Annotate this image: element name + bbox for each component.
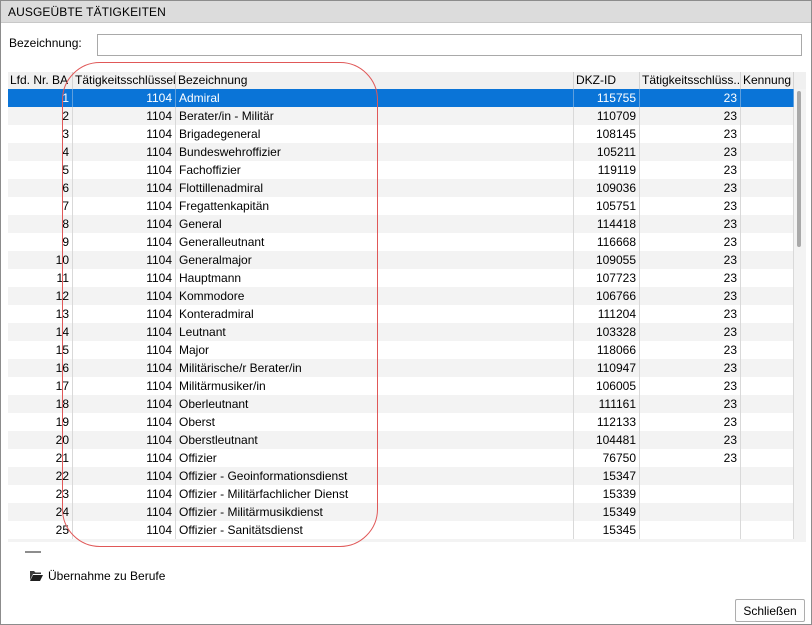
activity-key-2-cell [640,485,741,503]
kennung-cell [741,323,794,341]
kennung-cell [741,251,794,269]
activity-key-2-cell: 23 [640,161,741,179]
dkz-id-cell: 15339 [574,485,640,503]
kennung-cell [741,341,794,359]
kennung-cell [741,125,794,143]
activity-key-2-cell: 23 [640,143,741,161]
activity-key-2-cell: 23 [640,359,741,377]
close-button[interactable]: Schließen [735,599,805,622]
activity-key-2-cell: 23 [640,197,741,215]
kennung-cell [741,287,794,305]
transfer-to-professions-action[interactable]: Übernahme zu Berufe [29,568,165,584]
designation-filter-input[interactable] [97,34,802,56]
dialog-title: AUSGEÜBTE TÄTIGKEITEN [8,5,166,19]
activity-key-2-cell: 23 [640,107,741,125]
kennung-cell [741,179,794,197]
activity-key-2-cell: 23 [640,377,741,395]
activity-key-2-cell: 23 [640,287,741,305]
dkz-id-cell: 116668 [574,233,640,251]
row-number-cell: 25 [8,521,73,539]
activity-key-2-cell: 23 [640,269,741,287]
dkz-id-cell: 109036 [574,179,640,197]
kennung-cell [741,161,794,179]
kennung-cell [741,377,794,395]
dkz-id-cell: 76750 [574,449,640,467]
kennung-cell [741,413,794,431]
horizontal-scrollbar[interactable] [25,551,41,553]
kennung-cell [741,233,794,251]
dkz-id-cell: 106005 [574,377,640,395]
activity-key-2-cell: 23 [640,89,741,107]
kennung-cell [741,395,794,413]
activity-key-2-cell: 23 [640,431,741,449]
kennung-cell [741,107,794,125]
kennung-cell [741,431,794,449]
dkz-id-cell: 108145 [574,125,640,143]
dkz-id-cell: 118066 [574,341,640,359]
dkz-id-cell: 103328 [574,323,640,341]
dkz-id-cell: 105211 [574,143,640,161]
kennung-cell [741,359,794,377]
dkz-id-cell: 119119 [574,161,640,179]
folder-open-icon [29,570,44,582]
activity-key-2-cell: 23 [640,341,741,359]
dkz-id-cell: 111204 [574,305,640,323]
activity-key-2-cell: 23 [640,305,741,323]
kennung-cell [741,467,794,485]
kennung-cell [741,143,794,161]
column-header-activity-key-2[interactable]: Tätigkeitsschlüss... [640,72,741,89]
dkz-id-cell: 15347 [574,467,640,485]
dkz-id-cell: 111161 [574,395,640,413]
activity-key-2-cell [640,521,741,539]
dkz-id-cell: 106766 [574,287,640,305]
activity-key-2-cell: 23 [640,215,741,233]
dkz-id-cell: 15345 [574,521,640,539]
activity-key-2-cell: 23 [640,413,741,431]
designation-filter-label: Bezeichnung: [9,36,82,50]
activity-key-2-cell: 23 [640,125,741,143]
activity-key-2-cell: 23 [640,449,741,467]
kennung-cell [741,305,794,323]
dkz-id-cell: 104481 [574,431,640,449]
kennung-cell [741,269,794,287]
title-bar: AUSGEÜBTE TÄTIGKEITEN [1,1,811,23]
activity-key-2-cell: 23 [640,395,741,413]
activity-key-2-cell: 23 [640,233,741,251]
dkz-id-cell: 110709 [574,107,640,125]
activity-key-2-cell [640,467,741,485]
annotation-highlight-circle [62,62,378,547]
dkz-id-cell: 114418 [574,215,640,233]
dkz-id-cell: 109055 [574,251,640,269]
activity-key-2-cell: 23 [640,323,741,341]
activity-key-2-cell [640,503,741,521]
kennung-cell [741,449,794,467]
kennung-cell [741,503,794,521]
kennung-cell [741,485,794,503]
column-header-dkz-id[interactable]: DKZ-ID [574,72,640,89]
kennung-cell [741,197,794,215]
dkz-id-cell: 105751 [574,197,640,215]
activity-key-2-cell: 23 [640,179,741,197]
vertical-scrollbar[interactable] [797,91,801,247]
kennung-cell [741,521,794,539]
activity-key-2-cell: 23 [640,251,741,269]
transfer-label: Übernahme zu Berufe [48,569,166,583]
dkz-id-cell: 15349 [574,503,640,521]
dkz-id-cell: 110947 [574,359,640,377]
activities-dialog: AUSGEÜBTE TÄTIGKEITEN Bezeichnung: Lfd. … [0,0,812,625]
kennung-cell [741,215,794,233]
dkz-id-cell: 115755 [574,89,640,107]
column-header-kennung[interactable]: Kennung [741,72,794,89]
dkz-id-cell: 112133 [574,413,640,431]
kennung-cell [741,89,794,107]
dkz-id-cell: 107723 [574,269,640,287]
